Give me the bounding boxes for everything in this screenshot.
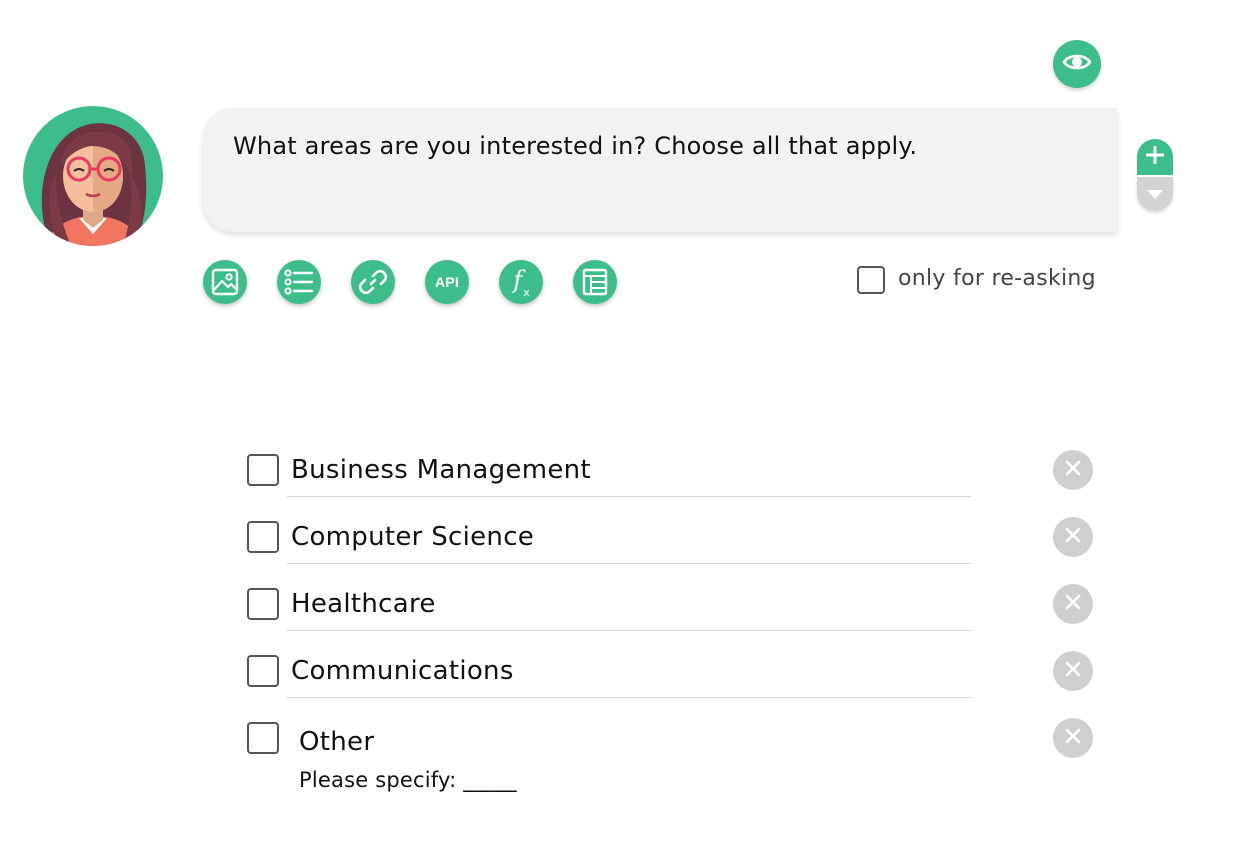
reask-label[interactable]: only for re-asking [898,266,1096,291]
caret-down-icon [1147,185,1163,204]
close-icon [1064,526,1082,548]
option-label[interactable]: Computer Science [291,522,534,552]
close-icon [1064,593,1082,615]
option-checkbox[interactable] [247,655,279,687]
function-icon-x: x [523,286,530,299]
option-checkbox[interactable] [247,454,279,486]
option-checkbox[interactable] [247,722,279,754]
option-label[interactable]: Communications [291,656,514,686]
eye-icon [1062,52,1092,76]
option-label[interactable]: Healthcare [291,589,436,619]
insert-function-button[interactable]: fx [499,260,543,304]
move-down-button[interactable] [1137,177,1173,211]
preview-button[interactable] [1053,40,1101,88]
option-underline [287,563,971,564]
reask-checkbox[interactable] [857,266,885,294]
avatar [23,106,163,246]
close-icon [1064,727,1082,749]
link-icon [359,268,387,296]
option-checkbox[interactable] [247,588,279,620]
option-underline [287,697,971,698]
insert-table-button[interactable] [573,260,617,304]
close-icon [1064,660,1082,682]
insert-list-button[interactable] [277,260,321,304]
remove-option-button[interactable] [1053,450,1093,490]
question-text[interactable]: What areas are you interested in? Choose… [233,132,917,160]
add-button[interactable] [1137,139,1173,175]
function-icon-f: f [513,266,523,294]
insert-api-button[interactable]: API [425,260,469,304]
option-underline [287,630,971,631]
insert-link-button[interactable] [351,260,395,304]
option-underline [287,496,971,497]
option-label[interactable]: Business Management [291,455,591,485]
insert-image-button[interactable] [203,260,247,304]
question-bubble[interactable]: What areas are you interested in? Choose… [203,108,1117,232]
other-specify-text[interactable]: Please specify: _____ [299,768,517,792]
remove-option-button[interactable] [1053,517,1093,557]
api-icon: API [435,274,459,290]
option-checkbox[interactable] [247,521,279,553]
plus-icon [1145,145,1165,168]
close-icon [1064,459,1082,481]
remove-option-button[interactable] [1053,651,1093,691]
list-icon [284,269,314,295]
option-label[interactable]: Other [299,727,374,757]
image-icon [211,268,239,296]
function-icon: fx [513,266,529,298]
remove-option-button[interactable] [1053,584,1093,624]
table-icon [582,268,608,296]
remove-option-button[interactable] [1053,718,1093,758]
